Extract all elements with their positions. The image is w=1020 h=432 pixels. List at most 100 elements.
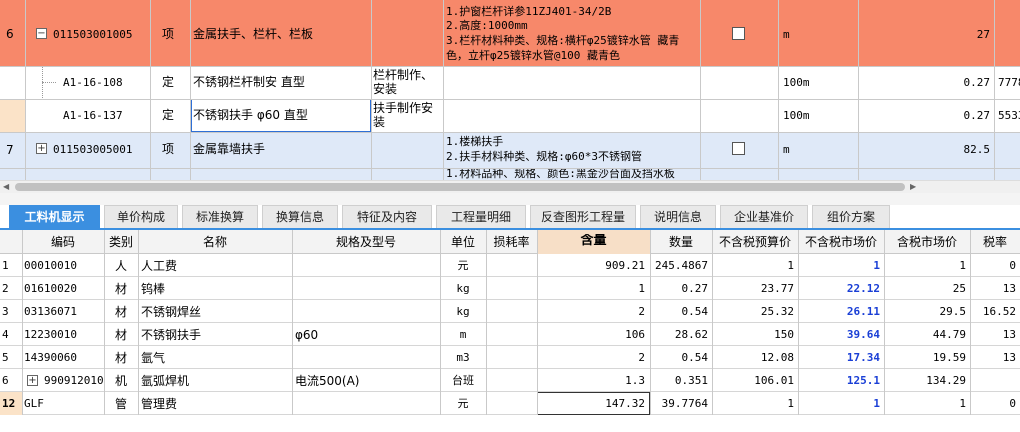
item-name[interactable]: 不锈钢栏杆制安 直型 xyxy=(193,75,305,89)
tax-rate[interactable]: 0 xyxy=(970,259,1016,273)
quantity-value[interactable]: 0.54 xyxy=(650,351,709,365)
tab-pricing-scheme[interactable]: 组价方案 xyxy=(812,205,890,228)
column-header[interactable]: 数量 xyxy=(650,235,712,249)
market-price[interactable]: 125.1 xyxy=(798,374,880,388)
content-value[interactable]: 1.3 xyxy=(537,374,645,388)
content-value[interactable]: 106 xyxy=(537,328,645,342)
budget-price[interactable]: 106.01 xyxy=(712,374,794,388)
column-header[interactable]: 不含税预算价 xyxy=(712,235,798,249)
column-header[interactable]: 损耗率 xyxy=(486,235,537,249)
column-header[interactable]: 编码 xyxy=(22,235,104,249)
column-header[interactable]: 税率 xyxy=(970,235,1020,249)
budget-price[interactable]: 150 xyxy=(712,328,794,342)
resource-unit[interactable]: m3 xyxy=(440,351,486,365)
taxed-market-price[interactable]: 19.59 xyxy=(884,351,966,365)
resource-code[interactable]: 990912010 xyxy=(44,374,104,388)
resource-unit[interactable]: 元 xyxy=(440,397,486,411)
scroll-left-icon[interactable]: ◀ xyxy=(3,182,9,191)
content-value[interactable]: 147.32 xyxy=(537,397,645,411)
column-header[interactable]: 不含税市场价 xyxy=(798,235,884,249)
resource-code[interactable]: 14390060 xyxy=(24,351,104,365)
content-value[interactable]: 1 xyxy=(537,282,645,296)
content-value[interactable]: 2 xyxy=(537,305,645,319)
tax-rate[interactable]: 0 xyxy=(970,397,1016,411)
market-price[interactable]: 17.34 xyxy=(798,351,880,365)
taxed-market-price[interactable]: 25 xyxy=(884,282,966,296)
resource-name[interactable]: 氩气 xyxy=(141,351,291,365)
resource-code[interactable]: GLF xyxy=(24,397,104,411)
tab-unit-price-composition[interactable]: 单价构成 xyxy=(104,205,178,228)
quantity-value[interactable]: 39.7764 xyxy=(650,397,708,411)
content-value[interactable]: 909.21 xyxy=(537,259,645,273)
tax-rate[interactable]: 13 xyxy=(970,328,1016,342)
tab-description[interactable]: 说明信息 xyxy=(640,205,716,228)
tax-rate[interactable]: 13 xyxy=(970,351,1016,365)
column-header[interactable]: 规格及型号 xyxy=(292,235,440,249)
tab-conversion-info[interactable]: 换算信息 xyxy=(262,205,338,228)
column-header[interactable]: 含税市场价 xyxy=(884,235,970,249)
resource-name[interactable]: 人工费 xyxy=(141,259,291,273)
resource-code[interactable]: 00010010 xyxy=(24,259,104,273)
taxed-market-price[interactable]: 44.79 xyxy=(884,328,966,342)
quantity-value[interactable]: 0.27 xyxy=(650,282,709,296)
resource-unit[interactable]: 台班 xyxy=(440,374,486,388)
horizontal-scrollbar[interactable]: ◀ ▶ xyxy=(0,180,1020,193)
quantity-value[interactable]: 28.62 xyxy=(650,328,708,342)
row-checkbox[interactable] xyxy=(732,27,745,40)
budget-price[interactable]: 12.08 xyxy=(712,351,794,365)
tab-quantity-details[interactable]: 工程量明细 xyxy=(436,205,526,228)
resource-code[interactable]: 12230010 xyxy=(24,328,104,342)
resource-spec[interactable]: 电流500(A) xyxy=(295,374,439,388)
resource-name[interactable]: 不锈钢扶手 xyxy=(141,328,291,342)
taxed-market-price[interactable]: 29.5 xyxy=(884,305,967,319)
item-name[interactable]: 金属扶手、栏杆、栏板 xyxy=(193,27,313,41)
quantity-value[interactable]: 0.351 xyxy=(650,374,708,388)
resource-unit[interactable]: m xyxy=(440,328,486,342)
row-checkbox[interactable] xyxy=(732,142,745,155)
tab-reverse-graphic-quantity[interactable]: 反查图形工程量 xyxy=(530,205,636,228)
taxed-market-price[interactable]: 1 xyxy=(884,259,966,273)
item-name[interactable]: 不锈钢扶手 φ60 直型 xyxy=(193,108,308,122)
column-header[interactable]: 单位 xyxy=(440,235,486,249)
budget-price[interactable]: 1 xyxy=(712,259,794,273)
market-price[interactable]: 22.12 xyxy=(798,282,880,296)
taxed-market-price[interactable]: 134.29 xyxy=(884,374,966,388)
taxed-market-price[interactable]: 1 xyxy=(884,397,966,411)
expand-icon[interactable]: + xyxy=(36,143,47,154)
market-price[interactable]: 1 xyxy=(798,259,880,273)
tab-standard-conversion[interactable]: 标准换算 xyxy=(182,205,258,228)
resource-name[interactable]: 氩弧焊机 xyxy=(141,374,291,388)
resource-name[interactable]: 钨棒 xyxy=(141,282,291,296)
resource-code[interactable]: 03136071 xyxy=(24,305,104,319)
column-header[interactable]: 类别 xyxy=(104,235,138,249)
quantity-value[interactable]: 0.54 xyxy=(650,305,709,319)
budget-price[interactable]: 1 xyxy=(712,397,794,411)
market-price[interactable]: 39.64 xyxy=(798,328,880,342)
market-price[interactable]: 26.11 xyxy=(798,305,880,319)
content-value[interactable]: 2 xyxy=(537,351,645,365)
resource-unit[interactable]: kg xyxy=(440,305,486,319)
tab-features-content[interactable]: 特征及内容 xyxy=(342,205,432,228)
quantity-value[interactable]: 245.4867 xyxy=(650,259,708,273)
resource-name[interactable]: 不锈钢焊丝 xyxy=(141,305,291,319)
column-header[interactable]: 含量 xyxy=(537,234,650,248)
market-price[interactable]: 1 xyxy=(798,397,880,411)
resource-code[interactable]: 01610020 xyxy=(24,282,104,296)
expand-icon[interactable]: + xyxy=(27,375,38,386)
resource-unit[interactable]: 元 xyxy=(440,259,486,273)
tab-labor-material-machine[interactable]: 工料机显示 xyxy=(9,205,100,228)
resource-unit[interactable]: kg xyxy=(440,282,486,296)
scrollbar-thumb[interactable] xyxy=(15,183,905,191)
tab-enterprise-base-price[interactable]: 企业基准价 xyxy=(720,205,808,228)
item-name[interactable]: 金属靠墙扶手 xyxy=(193,142,265,156)
scroll-right-icon[interactable]: ▶ xyxy=(910,182,916,191)
column-header[interactable]: 名称 xyxy=(138,235,292,249)
budget-price[interactable]: 23.77 xyxy=(712,282,794,296)
collapse-icon[interactable]: − xyxy=(36,28,47,39)
budget-price[interactable]: 25.32 xyxy=(712,305,794,319)
resource-spec[interactable]: φ60 xyxy=(295,328,439,342)
resource-name[interactable]: 管理费 xyxy=(141,397,291,411)
tax-rate[interactable]: 13 xyxy=(970,282,1016,296)
panel-splitter[interactable] xyxy=(0,193,1020,205)
tax-rate[interactable]: 16.52 xyxy=(970,305,1016,319)
